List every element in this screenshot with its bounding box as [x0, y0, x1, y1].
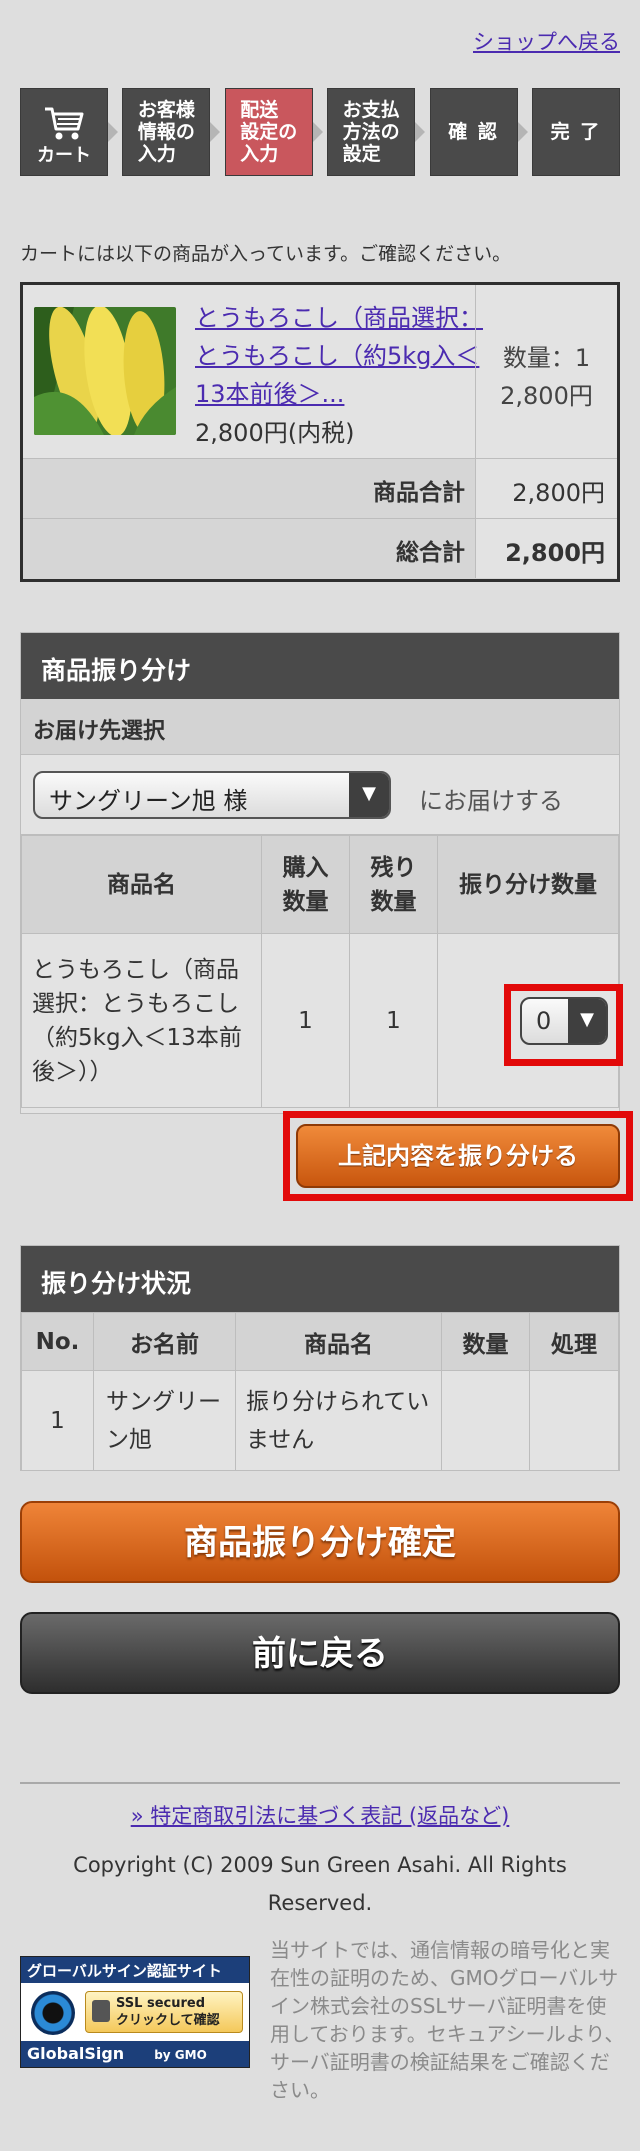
cart-item-row: とうもろこし（商品選択：とうもろこし（約5kg入＜13本前後＞... 2,800… — [23, 285, 617, 459]
col-action: 処理 — [529, 1312, 619, 1371]
row-purchased-qty: 1 — [261, 933, 350, 1108]
product-price: 2,800円(内税) — [195, 419, 355, 447]
cart-icon — [45, 107, 84, 140]
ssl-secured-badge: SSL secured クリックして確認 — [85, 1991, 243, 2033]
lock-icon — [92, 2000, 110, 2022]
total-value: 2,800円 — [475, 519, 617, 578]
apply-distribution-button[interactable]: 上記内容を振り分ける — [296, 1124, 620, 1188]
status-row-no: 1 — [21, 1370, 94, 1471]
col-name: お名前 — [93, 1312, 236, 1371]
status-title: 振り分け状況 — [21, 1246, 619, 1312]
copyright-text: Copyright (C) 2009 Sun Green Asahi. All … — [73, 1853, 567, 1915]
product-name-link[interactable]: とうもろこし（商品選択：とうもろこし（約5kg入＜13本前後＞... — [195, 299, 485, 413]
total-row: 総合計 2,800円 — [23, 519, 617, 579]
step-cart-label: カート — [37, 145, 91, 166]
col-purchased-qty: 購入 数量 — [261, 835, 350, 934]
cart-table: とうもろこし（商品選択：とうもろこし（約5kg入＜13本前後＞... 2,800… — [20, 282, 620, 582]
step-confirm-label: 確 認 — [448, 121, 499, 143]
destination-select[interactable]: サングリーン旭 様 ▼ — [33, 771, 391, 819]
seal-brand: GlobalSign by GMO — [21, 2041, 249, 2067]
cart-line-total: 2,800円 — [500, 382, 593, 410]
status-row-product: 振り分けられていません — [235, 1370, 442, 1471]
step-complete: 完 了 — [531, 88, 620, 176]
step-customer-info-label: お客様 情報の 入力 — [137, 99, 195, 165]
confirm-distribution-button[interactable]: 商品振り分け確定 — [20, 1501, 620, 1583]
highlight-assign-qty — [504, 984, 623, 1066]
seal-title: グローバルサイン認証サイト — [21, 1957, 249, 1983]
row-product-name: とうもろこし（商品選択：とうもろこし（約5kg入＜13本前後＞）） — [21, 933, 262, 1108]
col-product-name: 商品名 — [21, 835, 262, 934]
col-no: No. — [21, 1312, 94, 1371]
checkout-steps: カート お客様 情報の 入力 配送 設定の 入力 お支払 方法の 設定 確 認 … — [20, 88, 620, 176]
step-confirm: 確 認 — [429, 88, 528, 176]
col-product: 商品名 — [235, 1312, 442, 1371]
step-payment-method-label: お支払 方法の 設定 — [342, 99, 400, 165]
shop-back-link[interactable]: ショップへ戻る — [473, 26, 620, 56]
status-section: 振り分け状況 No. お名前 商品名 数量 処理 1 サングリーン旭 振り分けら… — [20, 1245, 620, 1471]
status-row-qty — [441, 1370, 530, 1471]
subtotal-row: 商品合計 2,800円 — [23, 459, 617, 519]
step-delivery-settings-label: 配送 設定の 入力 — [240, 99, 298, 165]
destination-heading: お届け先選択 — [21, 699, 619, 755]
product-image[interactable] — [34, 307, 176, 435]
distribution-title: 商品振り分け — [21, 633, 619, 699]
table-row: 1 サングリーン旭 振り分けられていません — [21, 1370, 619, 1471]
col-qty: 数量 — [441, 1312, 530, 1371]
ssl-note: 当サイトでは、通信情報の暗号化と実在性の証明のため、GMOグローバルサイン株式会… — [270, 1938, 625, 2102]
subtotal-label: 商品合計 — [373, 480, 465, 506]
step-delivery-settings: 配送 設定の 入力 — [224, 88, 323, 176]
legal-notice-link[interactable]: » 特定商取引法に基づく表記 (返品など) — [0, 1800, 640, 1830]
status-row-action — [529, 1370, 619, 1471]
chevron-down-icon: ▼ — [349, 773, 389, 817]
back-button[interactable]: 前に戻る — [20, 1612, 620, 1694]
globalsign-eye-icon — [31, 1991, 75, 2035]
status-row-name: サングリーン旭 — [93, 1370, 236, 1471]
step-customer-info: お客様 情報の 入力 — [122, 88, 221, 176]
destination-suffix: にお届けする — [419, 787, 563, 815]
cart-quantity: 数量：1 — [502, 344, 591, 372]
destination-row: サングリーン旭 様 ▼ にお届けする — [21, 755, 619, 835]
cart-qty-cell: 数量：1 2,800円 — [475, 285, 617, 459]
total-label: 総合計 — [396, 540, 465, 566]
destination-selected-value: サングリーン旭 様 — [49, 787, 248, 815]
step-cart: カート — [20, 88, 118, 176]
row-remaining-qty: 1 — [349, 933, 438, 1108]
distribution-table: 商品名 購入 数量 残り 数量 振り分け数量 とうもろこし（商品選択：とうもろこ… — [21, 835, 619, 1108]
col-assign-qty: 振り分け数量 — [437, 835, 619, 934]
footer-divider — [20, 1782, 620, 1784]
step-complete-label: 完 了 — [550, 121, 602, 143]
subtotal-value: 2,800円 — [475, 459, 617, 518]
cart-intro-text: カートには以下の商品が入っています。ご確認ください。 — [20, 243, 512, 265]
col-remaining-qty: 残り 数量 — [349, 835, 438, 934]
step-payment-method: お支払 方法の 設定 — [327, 88, 426, 176]
status-table: No. お名前 商品名 数量 処理 1 サングリーン旭 振り分けられていません — [21, 1312, 619, 1471]
ssl-seal[interactable]: グローバルサイン認証サイト SSL secured クリックして確認 Globa… — [20, 1956, 250, 2068]
